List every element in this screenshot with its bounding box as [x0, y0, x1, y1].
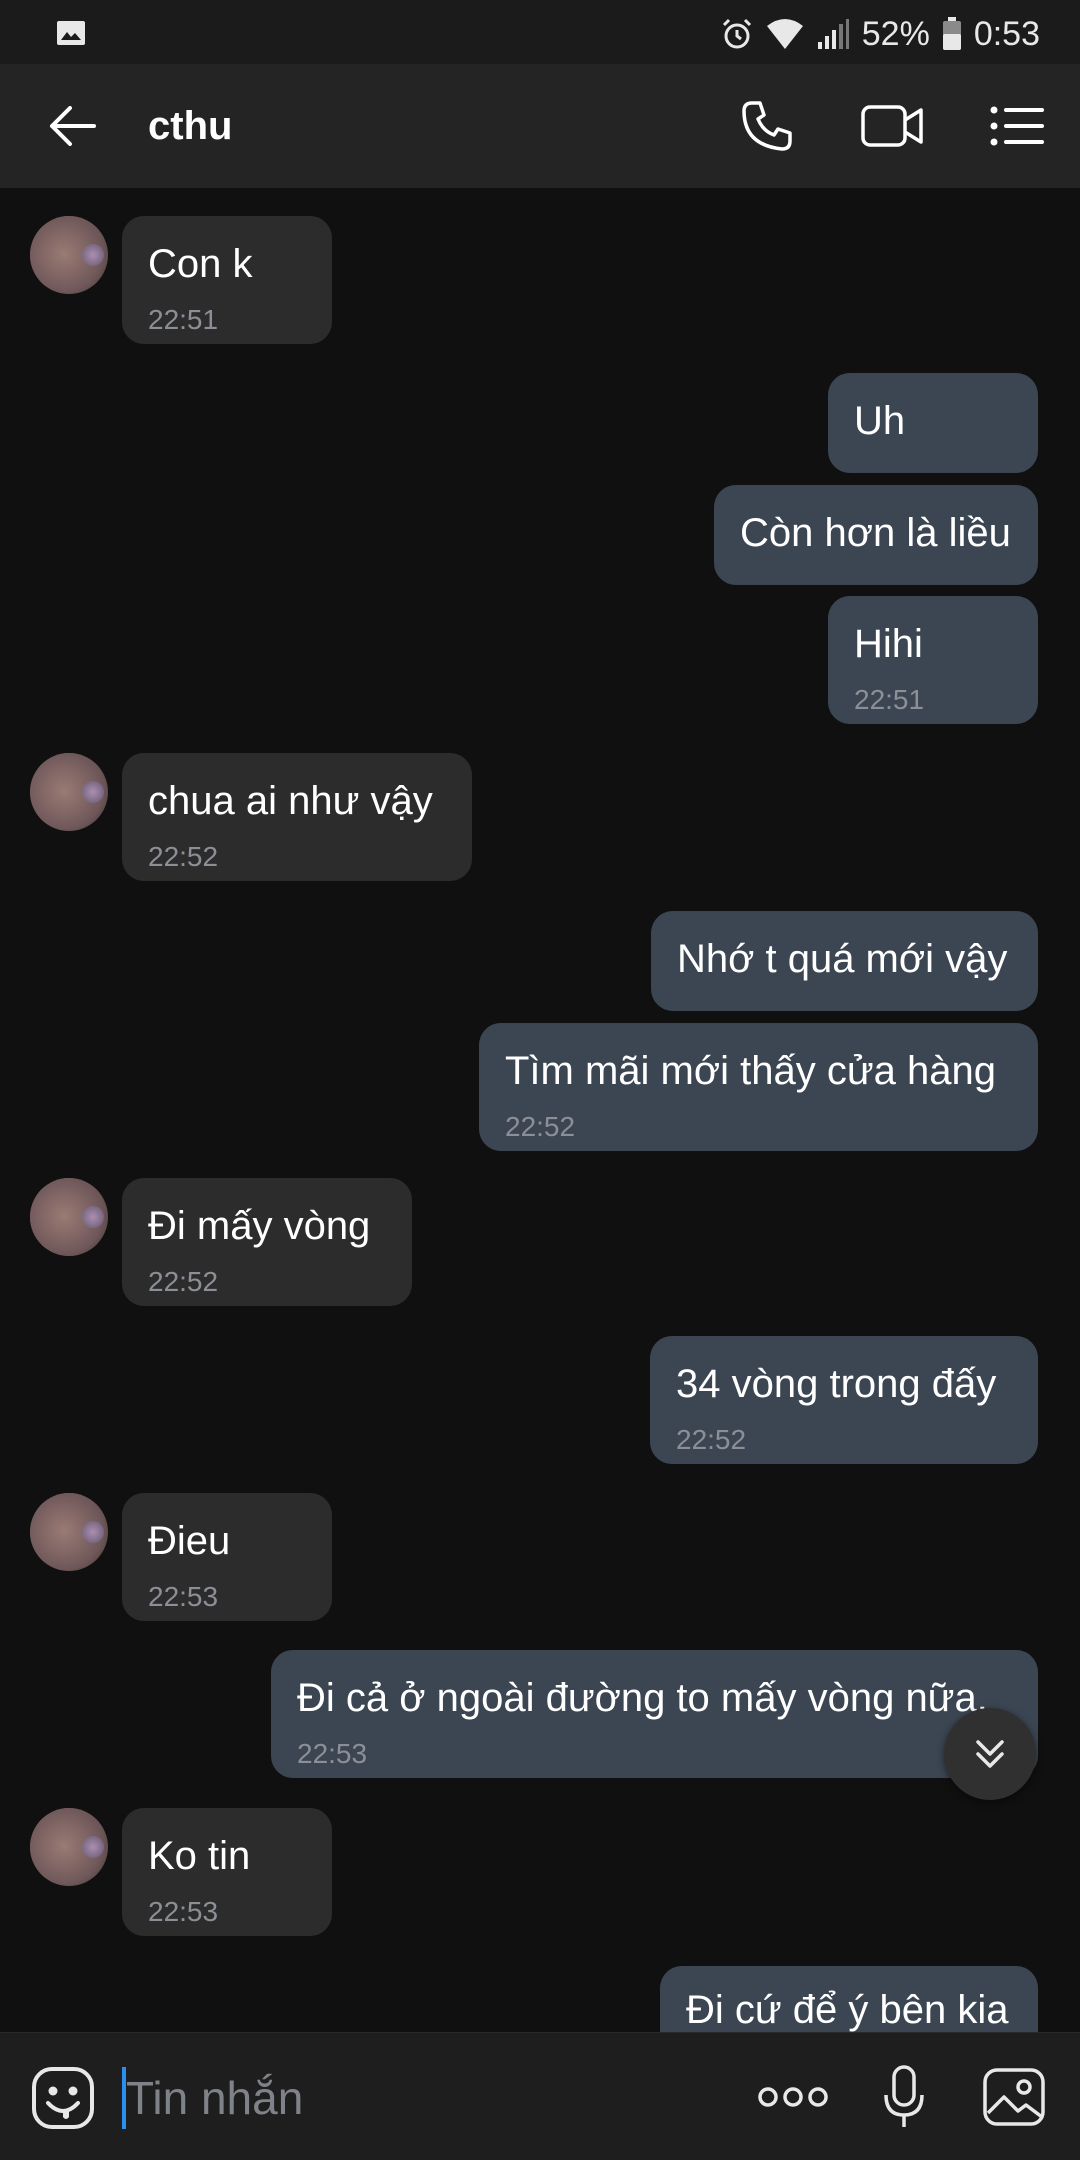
gallery-image-icon — [983, 2068, 1045, 2126]
message-bubble-incoming[interactable]: Con k 22:51 — [122, 216, 332, 344]
message-text: Đi mấy vòng — [148, 1204, 371, 1248]
message-text: chua ai như vậy — [148, 779, 433, 823]
voice-call-button[interactable] — [735, 94, 799, 158]
message-time: 22:51 — [148, 304, 219, 335]
message-text: Đi cứ để ý bên kia — [686, 1988, 1009, 2032]
more-options-button[interactable] — [757, 2061, 829, 2133]
more-dots-icon — [758, 2087, 828, 2107]
message-time: 22:53 — [297, 1738, 368, 1769]
back-button[interactable] — [40, 94, 104, 158]
battery-icon — [942, 17, 961, 50]
voice-message-button[interactable] — [868, 2061, 940, 2133]
message-text: Hihi — [854, 622, 923, 666]
message-time: 22:53 — [148, 1581, 219, 1612]
status-icons: 52% 0:53 — [720, 12, 1040, 56]
message-time: 22:51 — [854, 684, 925, 715]
chat-menu-button[interactable] — [985, 94, 1049, 158]
message-text: Đi cả ở ngoài đường to mấy vòng nữa. — [297, 1676, 988, 1720]
message-input-container[interactable] — [122, 2063, 722, 2133]
alarm-icon — [722, 18, 751, 49]
phone-icon — [742, 101, 792, 151]
menu-list-icon — [990, 106, 1044, 146]
message-bubble-outgoing[interactable]: Còn hơn là liều — [714, 485, 1038, 585]
message-text: Nhớ t quá mới vậy — [677, 937, 1008, 981]
contact-avatar[interactable] — [30, 216, 108, 294]
message-time: 22:52 — [676, 1424, 747, 1455]
message-text: Còn hơn là liều — [740, 511, 1011, 555]
sticker-face-icon[interactable] — [30, 2065, 96, 2131]
message-time: 22:52 — [148, 841, 219, 872]
chat-header: cthu — [0, 64, 1080, 188]
back-arrow-icon — [50, 106, 96, 146]
send-image-button[interactable] — [978, 2061, 1050, 2133]
message-list[interactable]: Con k 22:51 Uh Còn hơn là liều Hihi 22:5… — [0, 188, 1080, 2032]
video-camera-icon — [861, 105, 923, 147]
microphone-icon — [884, 2065, 924, 2127]
double-chevron-down-icon — [976, 1740, 1004, 1768]
chat-title[interactable]: cthu — [148, 104, 232, 149]
message-text: Tìm mãi mới thấy cửa hàng — [505, 1049, 996, 1093]
image-icon — [57, 21, 85, 45]
scroll-to-bottom-button[interactable] — [944, 1708, 1036, 1800]
message-text: Con k — [148, 242, 253, 286]
message-text: Uh — [854, 399, 906, 443]
video-call-button[interactable] — [860, 94, 924, 158]
message-time: 22:53 — [148, 1896, 219, 1927]
contact-avatar[interactable] — [30, 753, 108, 831]
message-time: 22:52 — [505, 1111, 576, 1142]
message-text: Đieu — [148, 1519, 231, 1563]
message-bubble-incoming[interactable]: chua ai như vậy 22:52 — [122, 753, 472, 881]
status-bar: 52% 0:53 — [0, 0, 1080, 64]
contact-avatar[interactable] — [30, 1808, 108, 1886]
contact-avatar[interactable] — [30, 1178, 108, 1256]
message-bubble-outgoing[interactable]: Hihi 22:51 — [828, 596, 1038, 724]
message-bubble-incoming[interactable]: Đieu 22:53 — [122, 1493, 332, 1621]
message-bubble-outgoing[interactable]: 34 vòng trong đấy 22:52 — [650, 1336, 1038, 1464]
message-bubble-outgoing[interactable]: Đi cả ở ngoài đường to mấy vòng nữa. 22:… — [271, 1650, 1038, 1778]
battery-percent: 52% — [861, 14, 930, 53]
wifi-icon — [766, 19, 803, 49]
message-bubble-incoming[interactable]: Ko tin 22:53 — [122, 1808, 332, 1936]
message-input[interactable] — [126, 2063, 716, 2133]
message-bubble-outgoing[interactable]: Nhớ t quá mới vậy — [651, 911, 1038, 1011]
message-bubble-outgoing[interactable]: Tìm mãi mới thấy cửa hàng 22:52 — [479, 1023, 1038, 1151]
message-bubble-outgoing[interactable]: Đi cứ để ý bên kia — [660, 1966, 1038, 2032]
message-time: 22:52 — [148, 1266, 219, 1297]
message-composer — [0, 2032, 1080, 2160]
message-bubble-incoming[interactable]: Đi mấy vòng 22:52 — [122, 1178, 412, 1306]
status-time: 0:53 — [973, 14, 1040, 53]
message-text: Ko tin — [148, 1834, 251, 1878]
message-text: 34 vòng trong đấy — [676, 1362, 997, 1406]
message-bubble-outgoing[interactable]: Uh — [828, 373, 1038, 473]
signal-icon — [817, 19, 849, 49]
contact-avatar[interactable] — [30, 1493, 108, 1571]
